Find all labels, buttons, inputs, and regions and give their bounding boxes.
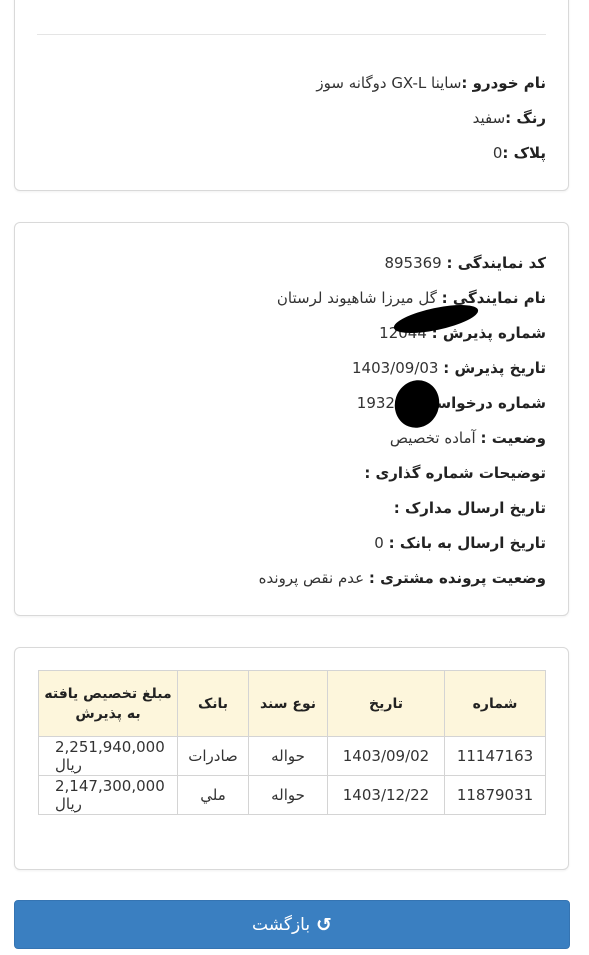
vehicle-color-label: رنگ : (505, 109, 546, 127)
cell-doc-type: حواله (248, 736, 328, 776)
vehicle-color-row: رنگ :سفید (473, 108, 546, 128)
reception-date-value: 1403/09/03 (352, 359, 439, 377)
table-row: 11879031 1403/12/22 حواله ملي 2,147,300,… (38, 775, 546, 815)
vehicle-info-card: نام خودرو :ساینا GX-L دوگانه سوز رنگ :سف… (14, 0, 569, 191)
agency-code-value: 895369 (384, 254, 442, 272)
request-number-row: شماره درخواست : 19327 (357, 393, 546, 413)
cell-doc-type: حواله (248, 775, 328, 815)
table-header-row: شماره تاریخ نوع سند بانک مبلغ تخصیص یافت… (38, 670, 546, 737)
refresh-icon: ↻ (316, 913, 332, 936)
divider (37, 34, 546, 35)
agency-code-label: کد نمایندگی : (446, 254, 546, 272)
vehicle-plate-label: پلاک : (502, 144, 546, 162)
vehicle-model-row: نام خودرو :ساینا GX-L دوگانه سوز (316, 73, 546, 93)
status-value: آماده تخصیص (389, 429, 476, 447)
allocation-table: شماره تاریخ نوع سند بانک مبلغ تخصیص یافت… (38, 670, 546, 815)
back-button-label: بازگشت (252, 914, 311, 935)
agency-name-row: نام نمایندگی : گل میرزا شاهیوند لرستان (277, 288, 546, 308)
bank-sent-date-row: تاریخ ارسال به بانک : 0 (374, 533, 546, 553)
allocation-card: شماره تاریخ نوع سند بانک مبلغ تخصیص یافت… (14, 647, 569, 870)
cell-date: 1403/09/02 (327, 736, 445, 776)
vehicle-plate-value: 0 (492, 144, 503, 162)
numbering-notes-row: توضیحات شماره گذاری : (364, 463, 546, 483)
docs-sent-date-row: تاریخ ارسال مدارک : (394, 498, 546, 518)
cell-number: 11147163 (444, 736, 546, 776)
agency-code-row: کد نمایندگی : 895369 (384, 253, 546, 273)
header-amount: مبلغ تخصیص یافته به پذیرش (38, 670, 178, 737)
cell-number: 11879031 (444, 775, 546, 815)
vehicle-model-label: نام خودرو : (461, 74, 546, 92)
cell-amount: 2,251,940,000 ریال (38, 736, 178, 776)
header-doc-type: نوع سند (248, 670, 328, 737)
cell-date: 1403/12/22 (327, 775, 445, 815)
agency-info-card: کد نمایندگی : 895369 نام نمایندگی : گل م… (14, 222, 569, 616)
cell-bank: صادرات (177, 736, 249, 776)
reception-date-label: تاریخ پذیرش : (443, 359, 546, 377)
agency-name-value: گل میرزا شاهیوند لرستان (276, 289, 437, 307)
header-number: شماره (444, 670, 546, 737)
cell-bank: ملي (177, 775, 249, 815)
docs-sent-date-label: تاریخ ارسال مدارک : (393, 499, 546, 517)
reception-date-row: تاریخ پذیرش : 1403/09/03 (352, 358, 546, 378)
status-label: وضعیت : (480, 429, 546, 447)
vehicle-color-value: سفید (472, 109, 506, 127)
status-row: وضعیت : آماده تخصیص (390, 428, 546, 448)
bank-sent-date-value: 0 (374, 534, 384, 552)
table-row: 11147163 1403/09/02 حواله صادرات 2,251,9… (38, 736, 546, 776)
back-button[interactable]: ↻ بازگشت (14, 900, 570, 949)
header-date: تاریخ (327, 670, 445, 737)
vehicle-plate-row: پلاک :0 (493, 143, 546, 163)
bank-sent-date-label: تاریخ ارسال به بانک : (388, 534, 546, 552)
customer-file-status-row: وضعیت پرونده مشتری : عدم نقص پرونده (259, 568, 546, 588)
header-bank: بانک (177, 670, 249, 737)
redaction-mark (388, 373, 446, 435)
cell-amount: 2,147,300,000 ریال (38, 775, 178, 815)
vehicle-model-value: ساینا GX-L دوگانه سوز (316, 74, 462, 92)
customer-file-status-label: وضعیت پرونده مشتری : (368, 569, 546, 587)
numbering-notes-label: توضیحات شماره گذاری : (364, 464, 546, 482)
customer-file-status-value: عدم نقص پرونده (258, 569, 365, 587)
